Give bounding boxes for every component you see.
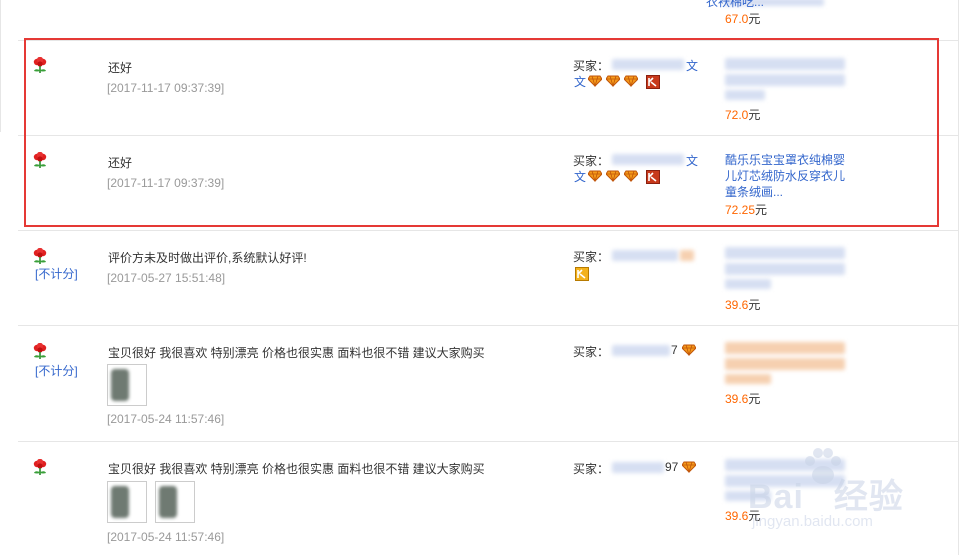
buyer-name-tail[interactable]: 97 <box>665 460 678 474</box>
price: 72.25元 <box>725 203 768 217</box>
review-comment: 宝贝很好 我很喜欢 特别漂亮 价格也很实惠 面料也很不错 建议大家购买 <box>108 462 485 476</box>
review-photo-thumbnail[interactable] <box>107 481 147 523</box>
red-flower-icon <box>32 343 49 361</box>
review-comment: 评价方未及时做出评价,系统默认好评! <box>108 251 307 265</box>
review-comment: 还好 <box>108 61 133 75</box>
row-divider <box>18 135 958 136</box>
row-divider <box>18 230 958 231</box>
product-link-blurred[interactable] <box>725 358 845 370</box>
row-divider <box>18 40 958 41</box>
buyer-name-tail[interactable]: 文 <box>686 57 698 74</box>
diamond-icon <box>623 75 639 88</box>
review-date: [2017-05-27 15:51:48] <box>107 271 226 285</box>
buyer-name-blurred[interactable] <box>680 250 694 261</box>
product-link-blurred[interactable] <box>725 247 845 259</box>
review-date: [2017-11-17 09:37:39] <box>107 176 225 190</box>
buyer-name-tail[interactable]: 7 <box>671 343 678 357</box>
panel-right-border <box>958 0 959 555</box>
buyer-name-tail[interactable]: 文 <box>686 152 698 169</box>
buyer-label: 买家： <box>573 345 610 359</box>
buyer-name-blurred[interactable] <box>612 462 664 473</box>
row-divider <box>18 441 958 442</box>
product-link-blurred[interactable] <box>725 342 845 354</box>
product-link-blurred[interactable] <box>725 374 771 384</box>
review-date: [2017-05-24 11:57:46] <box>107 412 225 426</box>
buyer-label: 买家： <box>573 462 610 476</box>
price: 67.0元 <box>725 12 761 26</box>
row-divider <box>18 325 958 326</box>
diamond-icon <box>605 170 621 183</box>
buyer-name-blurred[interactable] <box>612 250 678 261</box>
review-list-panel: 衣袄棉吃... 67.0元 还好 [2017-11-17 09:37:39] 买… <box>0 0 961 555</box>
review-comment: 还好 <box>108 156 133 170</box>
baidu-watermark: Bai 经验 jingyan.baidu.com <box>718 447 918 537</box>
buyer-name-blurred[interactable] <box>612 59 684 70</box>
red-flower-icon <box>32 57 49 75</box>
buyer-name-tail[interactable]: 文 <box>574 168 586 185</box>
product-link-blurred[interactable] <box>725 74 845 86</box>
buyer-name-blurred[interactable] <box>612 154 684 165</box>
price: 39.6元 <box>725 392 761 406</box>
diamond-icon <box>681 461 697 474</box>
review-photo-thumbnail[interactable] <box>107 364 147 406</box>
product-link-blurred[interactable] <box>725 58 845 70</box>
buyer-label: 买家： <box>573 154 610 168</box>
vip-badge-icon[interactable] <box>646 75 660 89</box>
price: 72.0元 <box>725 108 761 122</box>
diamond-icon <box>605 75 621 88</box>
product-link[interactable]: 酷乐乐宝宝罩衣纯棉婴儿灯芯绒防水反穿衣儿童条绒画... <box>725 152 850 200</box>
review-photo-thumbnail[interactable] <box>155 481 195 523</box>
product-link-blurred[interactable] <box>725 90 765 100</box>
buyer-name-tail[interactable]: 文 <box>574 73 586 90</box>
red-flower-icon <box>32 459 49 477</box>
diamond-icon <box>623 170 639 183</box>
red-flower-icon <box>32 248 49 266</box>
vip-badge-icon[interactable] <box>575 267 589 281</box>
buyer-label: 买家： <box>573 250 610 264</box>
not-counted-link[interactable]: [不计分] <box>35 362 78 379</box>
review-date: [2017-05-24 11:57:46] <box>107 530 225 544</box>
not-counted-link[interactable]: [不计分] <box>35 265 78 282</box>
product-link-blurred[interactable] <box>725 279 771 289</box>
red-flower-icon <box>32 152 49 170</box>
product-link[interactable]: 衣袄棉吃... <box>706 0 831 10</box>
panel-left-border <box>0 0 1 132</box>
vip-badge-icon[interactable] <box>646 170 660 184</box>
watermark-url: jingyan.baidu.com <box>752 513 873 530</box>
price: 39.6元 <box>725 298 761 312</box>
review-date: [2017-11-17 09:37:39] <box>107 81 225 95</box>
watermark-brand: Bai 经验 <box>748 478 904 516</box>
review-comment: 宝贝很好 我很喜欢 特别漂亮 价格也很实惠 面料也很不错 建议大家购买 <box>108 346 485 360</box>
buyer-label: 买家： <box>573 59 610 73</box>
diamond-icon <box>587 75 603 88</box>
buyer-name-blurred[interactable] <box>612 345 670 356</box>
diamond-icon <box>681 344 697 357</box>
product-link-blurred[interactable] <box>725 263 845 275</box>
diamond-icon <box>587 170 603 183</box>
